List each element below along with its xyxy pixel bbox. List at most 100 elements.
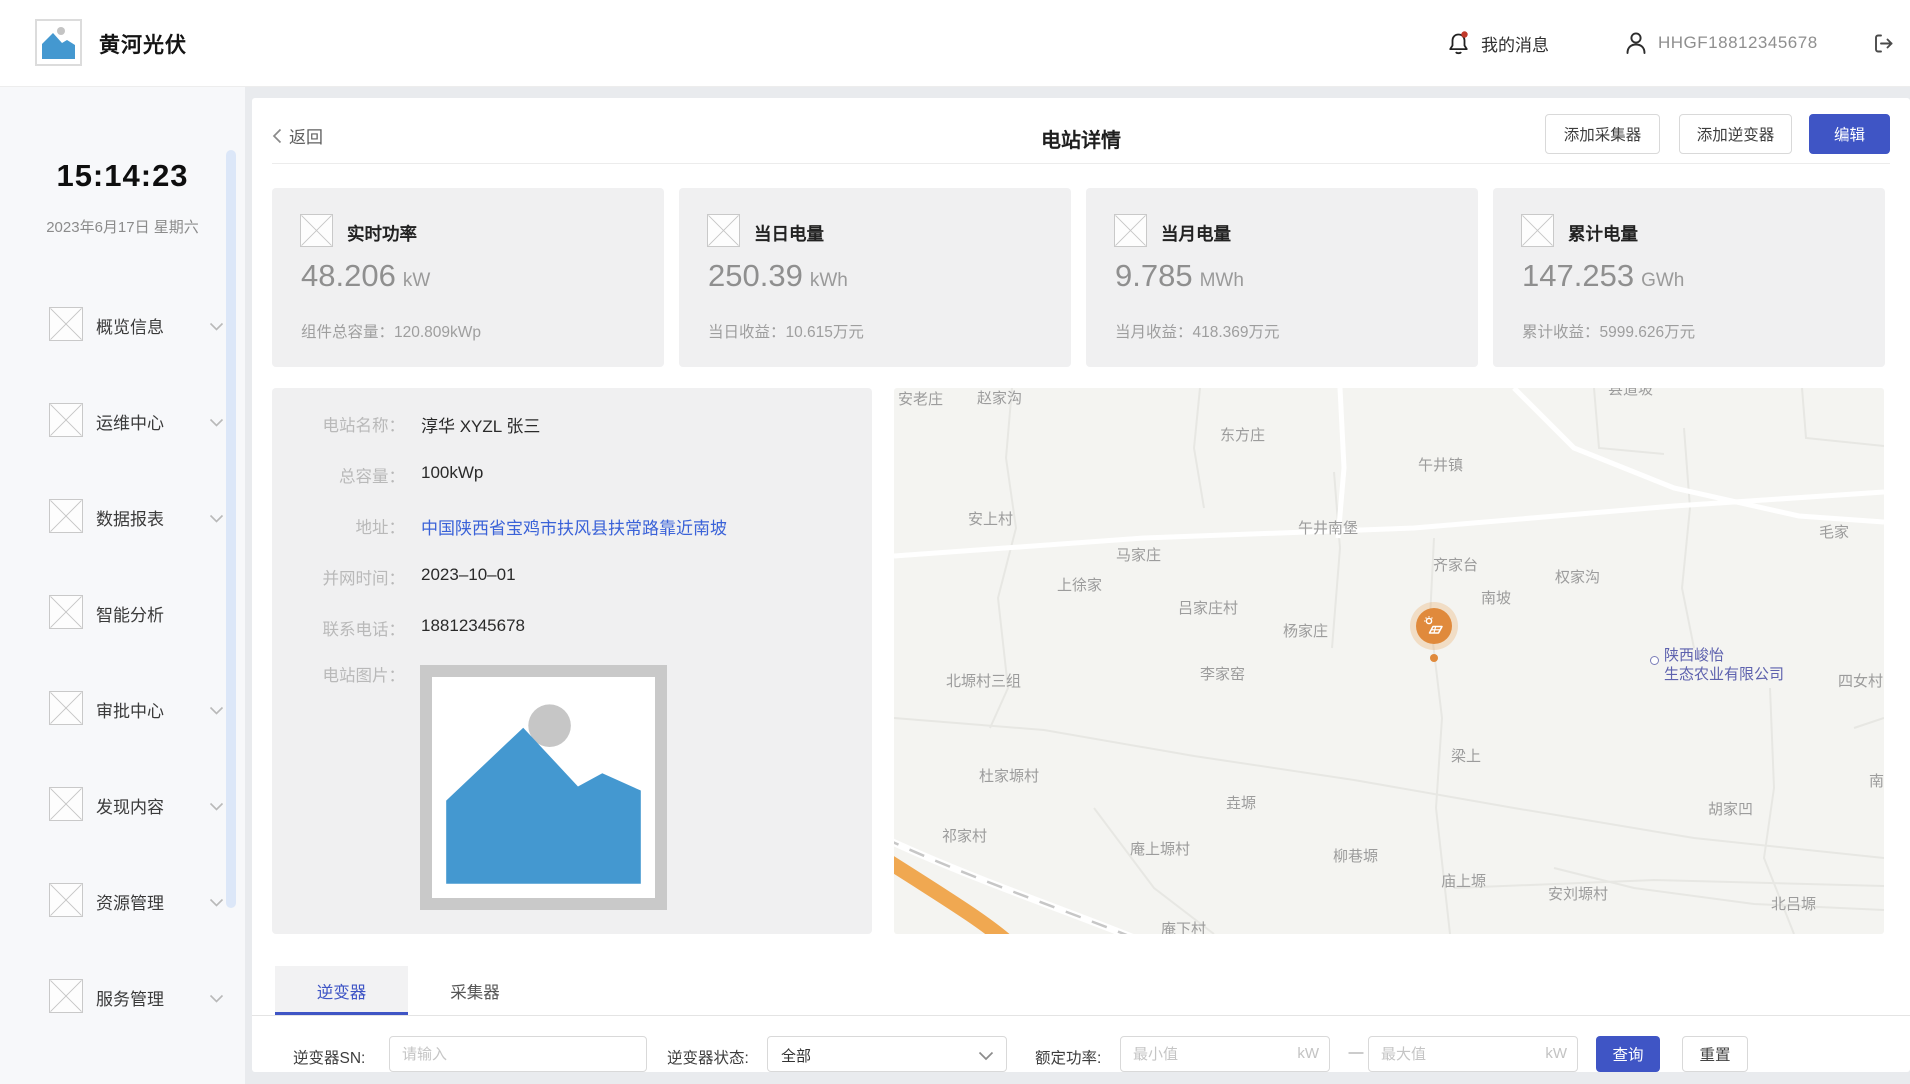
sidebar-item-label: 数据报表 <box>96 510 164 529</box>
inverter-sn-label: 逆变器SN: <box>293 1050 366 1067</box>
station-detail-panel: 返回 电站详情 添加采集器 添加逆变器 编辑 实时功率 48.206 kW 组件总容量… <box>252 98 1910 1072</box>
chevron-down-icon <box>209 895 224 913</box>
phone-value: 18812345678 <box>421 616 526 635</box>
tab-inverter[interactable]: 逆变器 <box>275 966 408 1015</box>
map-place-label: 权家沟 <box>1555 569 1601 586</box>
map-place-label: 南官 <box>1869 773 1884 790</box>
placeholder-image-icon <box>49 883 83 917</box>
chevron-down-icon <box>209 319 224 337</box>
inverter-sn-input[interactable] <box>389 1036 647 1072</box>
tab-collector[interactable]: 采集器 <box>408 966 542 1015</box>
stat-unit: kW <box>402 270 431 291</box>
sidebar-item-label: 审批中心 <box>96 702 164 721</box>
sidebar-item-label: 智能分析 <box>96 606 164 625</box>
sidebar-scrollbar[interactable] <box>226 150 236 908</box>
station-photo[interactable] <box>420 665 667 910</box>
map-place-label: 胡家凹 <box>1708 801 1754 818</box>
sidebar-item-label: 概览信息 <box>96 318 164 337</box>
stat-title: 当日电量 <box>754 224 824 244</box>
map-place-label: 杨家庄 <box>1283 623 1329 640</box>
placeholder-image-icon <box>707 214 740 247</box>
stat-footer: 当月收益：418.369万元 <box>1115 324 1280 341</box>
chevron-down-icon <box>978 1051 994 1061</box>
app-logo <box>35 19 82 66</box>
app-header: 黄河光伏 我的消息 HHGF18812345678 <box>0 0 1910 87</box>
chevron-down-icon <box>209 415 224 433</box>
poi-dot-icon <box>1650 656 1659 665</box>
map-place-label: 午井南堡 <box>1298 520 1359 537</box>
map-place-label: 马家庄 <box>1116 547 1162 564</box>
placeholder-image-icon <box>300 214 333 247</box>
stat-value: 9.785 MWh <box>1115 258 1244 293</box>
messages-menu[interactable]: 我的消息 <box>1446 0 1549 86</box>
map-place-label: 安刘塬村 <box>1548 886 1609 903</box>
grid-date-value: 2023–10–01 <box>421 565 516 584</box>
user-account[interactable]: HHGF18812345678 <box>1624 0 1818 86</box>
map-place-label: 北吕塬 <box>1771 896 1817 913</box>
sidebar-item-7[interactable]: 资源管理 <box>0 878 245 922</box>
edit-button[interactable]: 编辑 <box>1809 114 1890 154</box>
station-marker-icon[interactable] <box>1416 608 1452 644</box>
map-place-label: 柳巷塬 <box>1333 848 1379 865</box>
station-map[interactable]: 安老庄 赵家沟 县道坡 东方庄 午井镇 安上村 午井南堡 毛家 马家庄 齐家台 权家沟 上徐家 南坡 吕家… <box>894 388 1884 934</box>
inverter-status-label: 逆变器状态: <box>667 1050 749 1067</box>
photo-label: 电站图片： <box>322 667 406 685</box>
active-tab-underline <box>275 1012 408 1015</box>
sidebar-item-1[interactable]: 概览信息 <box>0 302 245 346</box>
tab-bar: 逆变器 采集器 <box>252 966 1910 1016</box>
main-content: 返回 电站详情 添加采集器 添加逆变器 编辑 实时功率 48.206 kW 组件总容量… <box>245 86 1910 1084</box>
min-power-field: kW <box>1120 1036 1330 1072</box>
search-button[interactable]: 查询 <box>1596 1036 1660 1072</box>
sidebar-item-3[interactable]: 数据报表 <box>0 494 245 538</box>
sidebar-item-label: 服务管理 <box>96 990 164 1009</box>
map-place-label: 垚塬 <box>1226 795 1257 812</box>
map-place-label: 庵上塬村 <box>1130 841 1191 858</box>
stat-value: 147.253 GWh <box>1522 258 1685 293</box>
sidebar-item-8[interactable]: 服务管理 <box>0 974 245 1018</box>
sidebar-item-2[interactable]: 运维中心 <box>0 398 245 442</box>
sidebar-item-6[interactable]: 发现内容 <box>0 782 245 826</box>
add-collector-button[interactable]: 添加采集器 <box>1545 114 1660 154</box>
phone-label: 联系电话： <box>322 621 406 639</box>
sidebar-date: 2023年6月17日 星期六 <box>46 219 199 236</box>
stat-title: 实时功率 <box>347 224 417 244</box>
placeholder-image-icon <box>49 979 83 1013</box>
map-place-label: 北塬村三组 <box>946 673 1022 690</box>
placeholder-image-icon <box>1114 214 1147 247</box>
stat-card-4: 累计电量 147.253 GWh 累计收益：5999.626万元 <box>1493 188 1885 367</box>
chevron-down-icon <box>209 511 224 529</box>
logout-icon <box>1875 34 1893 52</box>
stat-footer: 当日收益：10.615万元 <box>708 324 864 341</box>
stat-unit: GWh <box>1641 270 1685 291</box>
map-place-label: 四女村 <box>1838 673 1884 690</box>
placeholder-image-icon <box>49 787 83 821</box>
map-place-label: 南坡 <box>1481 590 1512 607</box>
map-place-label: 杜家塬村 <box>979 768 1040 785</box>
inverter-status-select[interactable]: 全部 <box>767 1036 1007 1072</box>
map-place-label: 庵下村 <box>1161 921 1207 935</box>
range-dash: — <box>1348 1044 1364 1061</box>
placeholder-image-icon <box>49 595 83 629</box>
map-place-label: 毛家 <box>1819 524 1850 541</box>
map-place-label: 东方庄 <box>1220 427 1266 444</box>
stat-unit: MWh <box>1199 270 1244 291</box>
map-place-label: 李家窑 <box>1200 666 1246 683</box>
capacity-value: 100kWp <box>421 463 484 482</box>
chevron-down-icon <box>209 991 224 1009</box>
sidebar-item-4[interactable]: 智能分析 <box>0 590 245 634</box>
address-link[interactable]: 中国陕西省宝鸡市扶风县扶常路靠近南坡 <box>421 514 727 539</box>
sidebar-item-5[interactable]: 审批中心 <box>0 686 245 730</box>
max-power-unit: kW <box>1545 1045 1567 1062</box>
reset-button[interactable]: 重置 <box>1682 1036 1748 1072</box>
stat-footer: 组件总容量：120.809kWp <box>301 324 482 341</box>
logo-mountain-icon <box>42 27 75 59</box>
map-place-label: 祁家村 <box>942 828 988 845</box>
brand-title: 黄河光伏 <box>99 34 187 57</box>
stat-unit: kWh <box>809 270 848 291</box>
stat-card-3: 当月电量 9.785 MWh 当月收益：418.369万元 <box>1086 188 1478 367</box>
grid-date-label: 并网时间： <box>322 570 406 588</box>
placeholder-image-icon <box>49 307 83 341</box>
add-inverter-button[interactable]: 添加逆变器 <box>1679 114 1792 154</box>
logout-button[interactable] <box>1872 0 1895 86</box>
sidebar-item-label: 运维中心 <box>96 414 164 433</box>
